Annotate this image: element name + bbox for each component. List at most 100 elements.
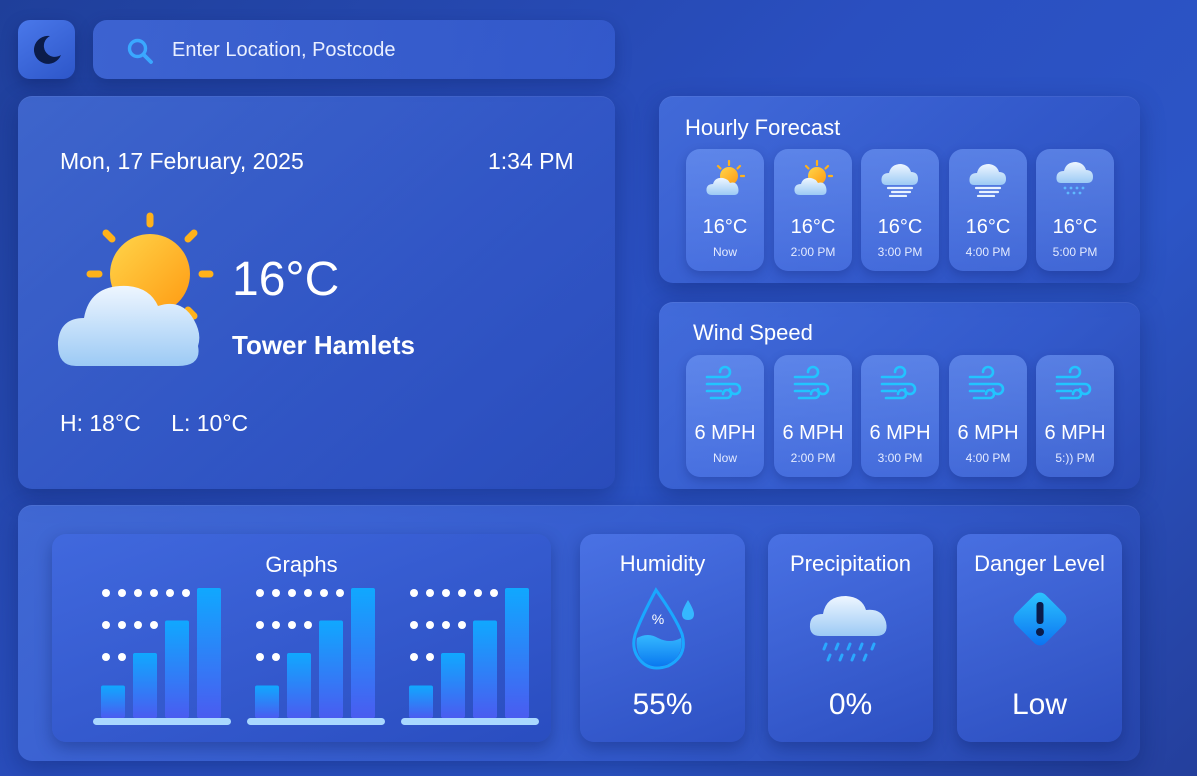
hourly-card[interactable]: 16°C 3:00 PM xyxy=(861,149,939,271)
wind-card[interactable]: 6 MPH 5:)) PM xyxy=(1036,355,1114,477)
hourly-forecast-title: Hourly Forecast xyxy=(685,115,841,140)
graph-dot xyxy=(336,589,344,597)
graph-bar xyxy=(409,685,433,718)
danger-level-value: Low xyxy=(1011,688,1068,721)
precipitation-panel[interactable]: Precipitation 0% xyxy=(768,534,933,742)
high-low: H: 18°C L: 10°C xyxy=(60,410,272,437)
dark-mode-toggle[interactable] xyxy=(18,20,75,79)
search-input[interactable] xyxy=(172,34,592,66)
graph-bar xyxy=(441,653,465,718)
graph-dot xyxy=(288,621,296,629)
hourly-temp: 16°C xyxy=(965,216,1011,238)
graph-dot xyxy=(102,653,110,661)
graph-dot xyxy=(304,621,312,629)
graph-dot xyxy=(134,589,142,597)
graph-dot xyxy=(442,621,450,629)
graph-dot xyxy=(458,621,466,629)
graph-dot xyxy=(256,589,264,597)
graph-bar xyxy=(287,653,311,718)
hourly-temp: 16°C xyxy=(790,216,836,238)
wind-card[interactable]: 6 MPH 4:00 PM xyxy=(949,355,1027,477)
graph-dot xyxy=(102,589,110,597)
hourly-card[interactable]: 16°C 5:00 PM xyxy=(1036,149,1114,271)
wind-card[interactable]: 6 MPH 2:00 PM xyxy=(774,355,852,477)
hourly-time: 4:00 PM xyxy=(965,245,1011,259)
graph-dot xyxy=(272,589,280,597)
graph-dot xyxy=(410,589,418,597)
search-bar xyxy=(93,20,615,79)
graph-dot xyxy=(102,621,110,629)
partly-sunny-icon xyxy=(706,159,745,195)
hourly-time: 2:00 PM xyxy=(790,245,836,259)
partly-sunny-icon xyxy=(794,159,833,195)
hourly-card[interactable]: 16°C 4:00 PM xyxy=(949,149,1027,271)
hourly-time: 5:00 PM xyxy=(1052,245,1098,259)
warning-diamond-icon xyxy=(1013,592,1066,646)
current-location: Tower Hamlets xyxy=(232,330,416,360)
danger-level-panel[interactable]: Danger Level Low xyxy=(957,534,1122,742)
wind-card[interactable]: 6 MPH Now xyxy=(686,355,764,477)
wind-speed-value: 6 MPH xyxy=(957,422,1019,444)
rain-cloud-icon xyxy=(809,596,887,662)
wind-icon xyxy=(880,365,917,400)
humidity-drop-icon: % xyxy=(631,587,694,670)
hourly-temp: 16°C xyxy=(877,216,923,238)
fog-cloud-icon xyxy=(881,164,918,197)
graph-dot xyxy=(118,653,126,661)
graph-dot xyxy=(288,589,296,597)
hourly-temp: 16°C xyxy=(702,216,748,238)
wind-speed-value: 6 MPH xyxy=(694,422,756,444)
search-icon[interactable] xyxy=(126,37,154,65)
graph-bar xyxy=(473,620,497,718)
graph-dot xyxy=(304,589,312,597)
graph-dot xyxy=(490,589,498,597)
humidity-panel[interactable]: Humidity % 55% xyxy=(580,534,745,742)
graph-bar xyxy=(351,588,375,718)
current-time: 1:34 PM xyxy=(488,148,574,174)
graph-dot xyxy=(256,621,264,629)
wind-speed-title: Wind Speed xyxy=(693,320,813,345)
danger-level-title: Danger Level xyxy=(974,551,1105,576)
graph-dot xyxy=(134,621,142,629)
graph-bar xyxy=(165,620,189,718)
fog-cloud-icon xyxy=(969,164,1006,197)
hourly-temp: 16°C xyxy=(1052,216,1098,238)
wind-time: 5:)) PM xyxy=(1055,451,1095,465)
wind-time: 3:00 PM xyxy=(877,451,923,465)
graph-bar xyxy=(197,588,221,718)
graph-dot xyxy=(150,589,158,597)
graph-bar xyxy=(101,685,125,718)
current-date: Mon, 17 February, 2025 xyxy=(60,148,304,174)
graph-dot xyxy=(410,653,418,661)
wind-icon xyxy=(968,365,1005,400)
graph-bar xyxy=(133,653,157,718)
wind-icon xyxy=(705,365,742,400)
wind-card[interactable]: 6 MPH 3:00 PM xyxy=(861,355,939,477)
graph-dot xyxy=(166,589,174,597)
humidity-title: Humidity xyxy=(619,551,706,576)
wind-icon xyxy=(793,365,830,400)
wind-speed-value: 6 MPH xyxy=(1044,422,1106,444)
graph-dot xyxy=(426,653,434,661)
graph-dot xyxy=(474,589,482,597)
graph-dot xyxy=(442,589,450,597)
svg-text:%: % xyxy=(651,611,663,627)
wind-icon xyxy=(1055,365,1092,400)
graph-dot xyxy=(410,621,418,629)
wind-time: Now xyxy=(712,451,737,465)
graph-dot xyxy=(256,653,264,661)
wind-speed-value: 6 MPH xyxy=(782,422,844,444)
graphs-panel[interactable]: Graphs xyxy=(52,534,551,742)
graphs-chart xyxy=(93,588,539,725)
graph-dot xyxy=(118,621,126,629)
wind-time: 4:00 PM xyxy=(965,451,1011,465)
hourly-card[interactable]: 16°C Now xyxy=(686,149,764,271)
graph-dot xyxy=(118,589,126,597)
graph-dot xyxy=(150,621,158,629)
hourly-time: 3:00 PM xyxy=(877,245,923,259)
graph-baseline xyxy=(401,718,539,725)
hourly-card[interactable]: 16°C 2:00 PM xyxy=(774,149,852,271)
graph-baseline xyxy=(93,718,231,725)
drizzle-cloud-icon xyxy=(1056,162,1093,195)
graph-dot xyxy=(272,621,280,629)
